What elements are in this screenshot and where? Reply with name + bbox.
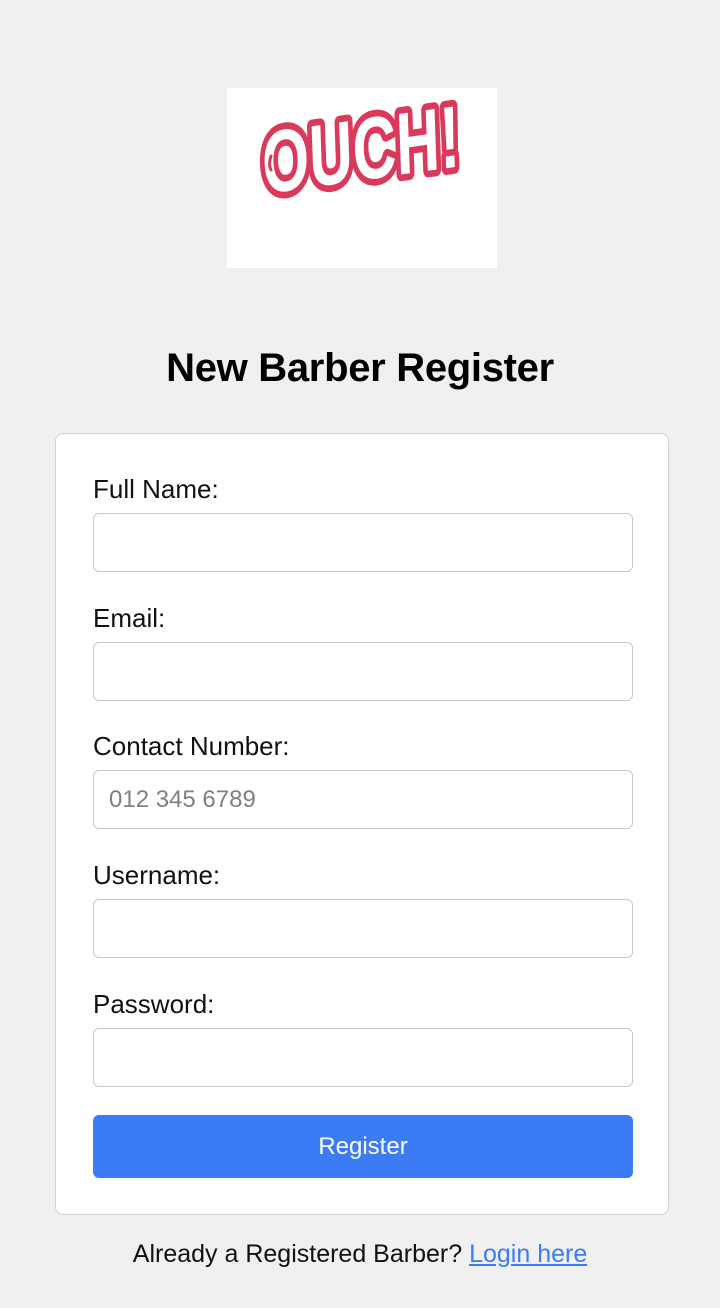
login-prompt-text: Already a Registered Barber? xyxy=(132,1240,463,1268)
password-label: Password: xyxy=(93,989,215,1019)
login-prompt: Already a Registered Barber? Login here xyxy=(0,1240,720,1269)
full-name-label: Full Name: xyxy=(93,474,219,504)
contact-number-input[interactable] xyxy=(93,770,633,829)
register-form: Full Name: Email: Contact Number: Userna… xyxy=(55,433,669,1215)
username-label: Username: xyxy=(93,860,221,890)
email-input[interactable] xyxy=(93,642,633,701)
page-title: New Barber Register xyxy=(166,346,554,390)
full-name-input[interactable] xyxy=(93,513,633,572)
password-input[interactable] xyxy=(93,1028,633,1087)
register-button[interactable]: Register xyxy=(93,1115,633,1178)
username-input[interactable] xyxy=(93,899,633,958)
logo: OUCH! OUCH! xyxy=(227,88,497,268)
logo-quote-mark xyxy=(268,154,273,172)
email-label: Email: xyxy=(93,603,166,633)
contact-number-label: Contact Number: xyxy=(93,731,290,761)
ouch-logo-icon: OUCH! OUCH! xyxy=(255,88,467,219)
login-link[interactable]: Login here xyxy=(469,1240,587,1268)
